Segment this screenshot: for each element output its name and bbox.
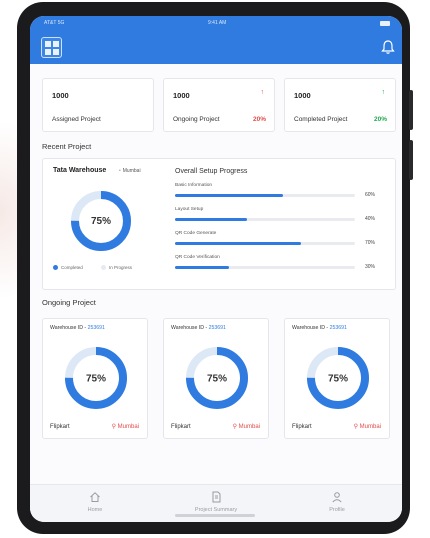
home-indicator (175, 514, 255, 517)
project-name: Tata Warehouse (53, 167, 107, 174)
progress-label: Basic Information (175, 183, 213, 188)
app-logo-icon[interactable] (41, 37, 62, 58)
stat-label: Assigned Project (52, 116, 101, 123)
progress-value: 70% (365, 240, 376, 246)
trend-up-icon: ↑ (381, 89, 386, 96)
company-name: Flipkart (292, 424, 312, 430)
warehouse-id: Warehouse ID - 253691 (50, 325, 105, 331)
warehouse-prefix: Warehouse ID - (50, 325, 87, 331)
progress-track (175, 218, 355, 221)
progress-value: 40% (365, 216, 376, 222)
notification-bell-icon[interactable] (381, 39, 395, 55)
document-icon (212, 491, 221, 503)
setup-progress-title: Overall Setup Progress (175, 168, 248, 175)
legend-label: Completed (61, 265, 83, 270)
warehouse-id-value: 253691 (208, 325, 226, 331)
warehouse-id-value: 253691 (329, 325, 347, 331)
tab-label: Project Summary (194, 507, 238, 513)
ongoing-project-heading: Ongoing Project (42, 298, 96, 307)
recent-project-card[interactable]: Tata Warehouse Mumbai 75% Completed In P… (42, 158, 396, 290)
progress-label: QR Code Verification (175, 255, 220, 260)
setup-progress-row: Basic Information 60% (175, 183, 395, 205)
progress-value: 30% (365, 264, 376, 270)
stat-value: 1000 (52, 91, 69, 100)
recent-project-heading: Recent Project (42, 142, 92, 151)
donut-percent-label: 75% (328, 374, 348, 385)
warehouse-prefix: Warehouse ID - (292, 325, 329, 331)
progress-track (175, 242, 355, 245)
tablet-side-button (409, 140, 413, 180)
progress-fill (175, 194, 283, 197)
progress-track (175, 266, 355, 269)
tab-label: Profile (329, 507, 345, 513)
warehouse-id: Warehouse ID - 253691 (292, 325, 347, 331)
recent-progress-donut: 75% (71, 191, 131, 251)
city-label: ⚲ Mumbai (354, 423, 381, 430)
stat-value: 1000 (294, 91, 311, 100)
progress-label: QR Code Generate (175, 231, 217, 236)
stat-percent: 20% (252, 116, 266, 123)
app-header: AT&T 5G 9:41 AM (30, 16, 402, 64)
donut-percent-label: 75% (86, 374, 106, 385)
setup-progress-row: QR Code Verification 30% (175, 255, 395, 277)
stat-card-assigned[interactable]: 1000 Assigned Project (42, 78, 154, 132)
ongoing-project-card[interactable]: Warehouse ID - 253691 75% Flipkart ⚲ Mumbai (163, 318, 269, 439)
donut-percent-label: 75% (207, 374, 227, 385)
progress-fill (175, 242, 301, 245)
stat-card-completed[interactable]: 1000 ↑ Completed Project 20% (284, 78, 396, 132)
progress-fill (175, 218, 247, 221)
donut-percent-label: 75% (91, 216, 111, 227)
tab-home[interactable]: Home (50, 491, 140, 513)
city-label: ⚲ Mumbai (233, 423, 260, 430)
company-name: Flipkart (171, 424, 191, 430)
warehouse-id: Warehouse ID - 253691 (171, 325, 226, 331)
stat-label: Completed Project (294, 116, 348, 123)
stat-card-ongoing[interactable]: 1000 ↑ Ongoing Project 20% (163, 78, 275, 132)
setup-progress-row: QR Code Generate 70% (175, 231, 395, 253)
trend-up-icon: ↑ (260, 89, 265, 96)
setup-progress-row: Layout Setup 40% (175, 207, 395, 229)
warehouse-id-value: 253691 (87, 325, 105, 331)
stat-label: Ongoing Project (173, 116, 220, 123)
ongoing-project-card[interactable]: Warehouse ID - 253691 75% Flipkart ⚲ Mumbai (42, 318, 148, 439)
app-screen: AT&T 5G 9:41 AM 1000 Assigned Project 10… (30, 16, 402, 522)
progress-track (175, 194, 355, 197)
ongoing-project-card[interactable]: Warehouse ID - 253691 75% Flipkart ⚲ Mumbai (284, 318, 390, 439)
tablet-side-button (409, 90, 413, 130)
legend-completed: Completed (53, 265, 83, 271)
progress-value: 60% (365, 192, 376, 198)
home-icon (90, 492, 100, 502)
tab-profile[interactable]: Profile (292, 491, 382, 513)
city-label: ⚲ Mumbai (112, 423, 139, 430)
company-name: Flipkart (50, 424, 70, 430)
carrier-label: AT&T 5G (44, 20, 65, 26)
city-name: Mumbai (359, 424, 381, 430)
progress-fill (175, 266, 229, 269)
tab-label: Home (87, 507, 103, 513)
stat-value: 1000 (173, 91, 190, 100)
project-location: Mumbai (119, 168, 141, 174)
project-progress-donut: 75% (307, 347, 369, 409)
progress-label: Layout Setup (175, 207, 204, 212)
city-name: Mumbai (238, 424, 260, 430)
project-progress-donut: 75% (65, 347, 127, 409)
dashboard-content: 1000 Assigned Project 1000 ↑ Ongoing Pro… (30, 64, 402, 484)
project-progress-donut: 75% (186, 347, 248, 409)
stat-percent: 20% (373, 116, 387, 123)
battery-icon (380, 21, 390, 26)
user-icon (332, 492, 342, 503)
warehouse-prefix: Warehouse ID - (171, 325, 208, 331)
status-bar: AT&T 5G 9:41 AM (30, 19, 402, 29)
clock: 9:41 AM (208, 20, 227, 26)
city-name: Mumbai (117, 424, 139, 430)
legend-in-progress: In Progress (101, 265, 133, 271)
legend-label: In Progress (109, 265, 133, 270)
tab-project-summary[interactable]: Project Summary (171, 491, 261, 513)
